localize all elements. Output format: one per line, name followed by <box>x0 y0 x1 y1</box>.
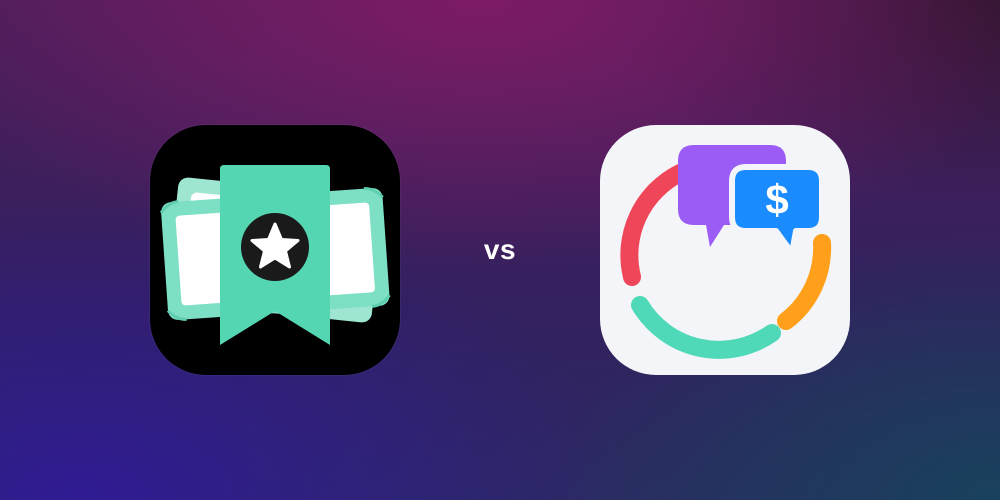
dollar-symbol-icon: $ <box>765 176 788 223</box>
chat-bubbles-dollar-ring-icon: $ <box>620 145 832 359</box>
money-bookmark-star-icon <box>159 165 391 345</box>
ring-red-segment <box>620 164 689 286</box>
vs-label: vs <box>483 234 517 265</box>
left-app-icon <box>150 125 400 375</box>
right-app-icon: $ <box>600 125 850 375</box>
ring-teal-segment <box>631 296 781 359</box>
